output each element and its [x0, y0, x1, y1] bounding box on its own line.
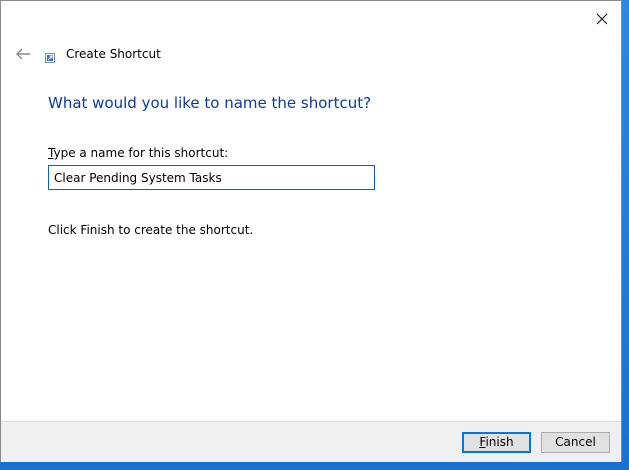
- cancel-button[interactable]: Cancel: [541, 432, 610, 453]
- shortcut-name-input[interactable]: [48, 165, 375, 190]
- create-shortcut-dialog: Create Shortcut What would you like to n…: [0, 0, 622, 462]
- back-button[interactable]: [12, 43, 34, 65]
- close-button[interactable]: [589, 7, 615, 31]
- back-arrow-icon: [16, 48, 30, 60]
- dialog-title: Create Shortcut: [66, 47, 161, 61]
- shortcut-icon: [45, 53, 55, 63]
- page-heading: What would you like to name the shortcut…: [48, 94, 372, 112]
- shortcut-name-label: Type a name for this shortcut:: [48, 146, 228, 160]
- label-text: ype a name for this shortcut:: [53, 146, 229, 160]
- dialog-footer: Finish Cancel: [1, 421, 621, 462]
- finish-hint: Click Finish to create the shortcut.: [48, 223, 254, 237]
- close-icon: [596, 13, 608, 25]
- finish-label: inish: [485, 435, 514, 449]
- finish-button[interactable]: Finish: [462, 432, 531, 453]
